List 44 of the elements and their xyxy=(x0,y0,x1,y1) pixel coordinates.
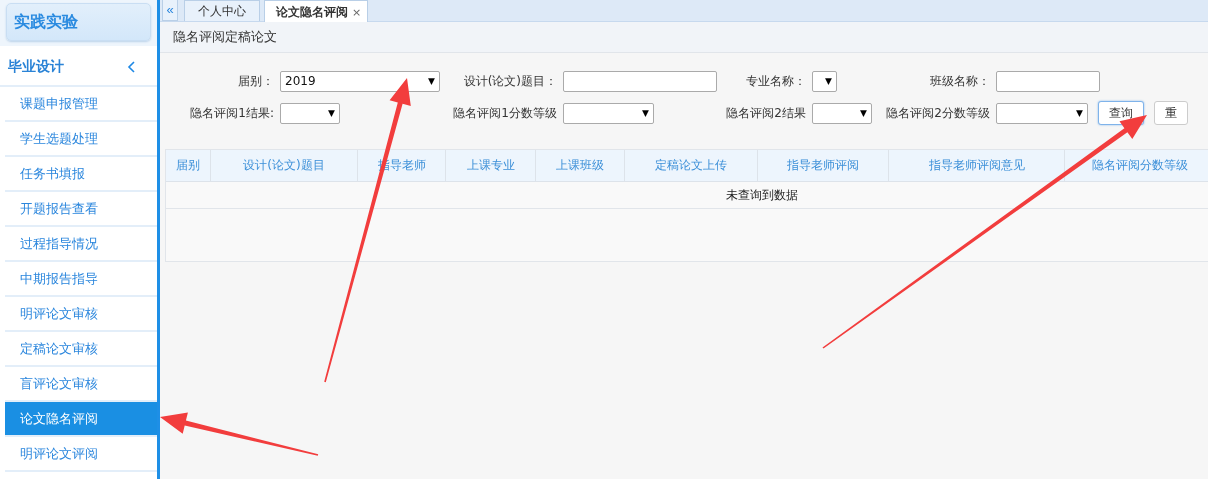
sidebar-item[interactable]: 开题报告查看 xyxy=(5,192,157,227)
field-label: 届别： xyxy=(237,72,275,90)
app-logo: 实践实验 xyxy=(6,3,151,41)
field-label: 班级名称： xyxy=(929,72,991,90)
tab-label: 个人中心 xyxy=(198,2,246,20)
sidebar-item[interactable]: 课题申报管理 xyxy=(5,87,157,122)
sidebar-item[interactable]: 明评论文评阅 xyxy=(5,437,157,472)
column-header: 上课专业 xyxy=(446,150,536,181)
sidebar-item[interactable]: 过程指导情况 xyxy=(5,227,157,262)
field-label: 设计(论文)题目： xyxy=(462,72,558,90)
dropdown[interactable]: ▼ xyxy=(812,102,872,124)
sidebar-item[interactable]: 定稿论文审核 xyxy=(5,332,157,367)
dropdown[interactable]: 2019 ▼ xyxy=(280,70,440,92)
collapse-button[interactable]: « xyxy=(162,0,178,21)
dropdown[interactable]: ▼ xyxy=(812,70,837,92)
input-field[interactable] xyxy=(563,70,717,92)
sidebar-item[interactable]: 中期报告指导 xyxy=(5,262,157,297)
input-field[interactable] xyxy=(996,70,1100,92)
field-label: 专业名称： xyxy=(745,72,807,90)
empty-message: 未查询到数据 xyxy=(726,186,798,204)
sidebar-item[interactable]: 学生选题处理 xyxy=(5,122,157,157)
query-button[interactable]: 重 xyxy=(1154,101,1188,125)
dropdown[interactable]: ▼ xyxy=(996,102,1088,124)
tab[interactable]: 个人中心 xyxy=(184,0,260,21)
close-icon[interactable]: × xyxy=(352,5,362,19)
sidebar-item[interactable]: 任务书填报 xyxy=(5,157,157,192)
sidebar-item[interactable]: 论文隐名评阅 xyxy=(5,402,157,437)
chevron-left-icon xyxy=(127,61,135,73)
column-header: 上课班级 xyxy=(536,150,625,181)
dropdown[interactable]: ▼ xyxy=(280,102,340,124)
page-title: 隐名评阅定稿论文 xyxy=(160,22,1208,53)
section-header[interactable]: 毕业设计 xyxy=(0,49,157,87)
field-label: 隐名评阅2结果 xyxy=(725,104,807,122)
column-header: 定稿论文上传 xyxy=(625,150,758,181)
sidebar-item[interactable]: 明评论文审核 xyxy=(5,297,157,332)
dropdown[interactable]: ▼ xyxy=(563,102,654,124)
column-header: 届别 xyxy=(166,150,211,181)
tab[interactable]: 论文隐名评阅 × xyxy=(264,0,369,23)
column-header: 设计(论文)题目 xyxy=(211,150,358,181)
column-header: 指导老师评阅 xyxy=(758,150,889,181)
field-label: 隐名评阅1分数等级 xyxy=(452,104,558,122)
tab-label: 论文隐名评阅 xyxy=(276,3,348,21)
field-label: 隐名评阅1结果: xyxy=(189,104,275,122)
field-label: 隐名评阅2分数等级 xyxy=(885,104,991,122)
